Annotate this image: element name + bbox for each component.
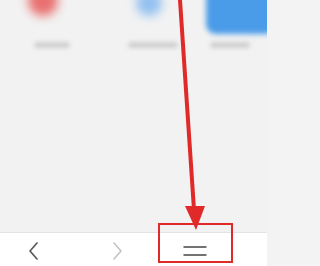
bottom-navigation-bar (0, 232, 267, 266)
back-button[interactable] (22, 239, 46, 263)
app-label-blurred (128, 42, 178, 48)
app-icon-tile[interactable] (206, 0, 267, 34)
app-icon-blue[interactable] (136, 0, 162, 16)
app-label-blurred (210, 42, 250, 48)
menu-button[interactable] (178, 239, 212, 263)
app-label-blurred (34, 42, 70, 48)
page-content (0, 0, 267, 232)
menu-icon (183, 246, 207, 256)
app-icon-red[interactable] (28, 0, 58, 16)
forward-button[interactable] (105, 239, 129, 263)
chevron-right-icon (113, 242, 122, 260)
chevron-left-icon (29, 242, 38, 260)
